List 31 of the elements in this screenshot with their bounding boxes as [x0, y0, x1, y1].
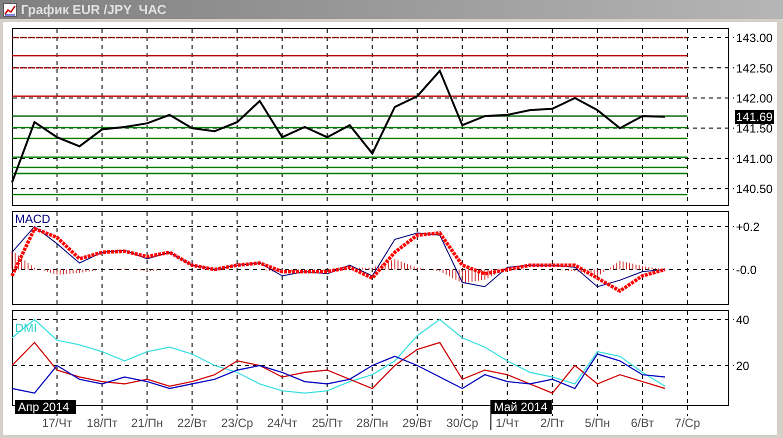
date-label: 7/Ср — [674, 416, 700, 430]
current-price-label: 141.69 — [735, 110, 774, 124]
axis-label: 142.00 — [736, 91, 773, 106]
date-label: 30/Ср — [446, 416, 478, 430]
indicator-title: MACD — [15, 212, 50, 226]
date-label: 24/Чт — [267, 416, 298, 430]
chart-icon — [3, 2, 17, 16]
date-label: 1/Чт — [496, 416, 520, 430]
window-title: График EUR /JPY ЧАС — [21, 0, 166, 19]
date-label: 17/Чт — [42, 416, 72, 430]
month-label: Апр 2014 — [15, 400, 76, 414]
date-label: 28/Пн — [356, 416, 388, 430]
axis-label: 143.00 — [736, 31, 773, 46]
axis-label: 142.50 — [736, 61, 773, 76]
date-label: 29/Вт — [402, 416, 432, 430]
month-label: Май 2014 — [490, 400, 552, 414]
axis-label: 141.00 — [736, 152, 773, 166]
axis-label: 140.50 — [736, 182, 773, 196]
axis-label: -0.0 — [736, 263, 757, 277]
date-label: 22/Вт — [177, 416, 208, 430]
axis-label: 20 — [736, 358, 750, 373]
axis-label: 40 — [736, 312, 750, 327]
date-label: 6/Вт — [630, 416, 654, 430]
axis-label: +0.2 — [736, 220, 760, 234]
date-label: 25/Пт — [312, 416, 343, 430]
date-label: 21/Пн — [131, 416, 164, 430]
date-label: 18/Пт — [86, 416, 118, 430]
date-label: 2/Пт — [540, 416, 564, 430]
date-label: 5/Пн — [584, 416, 610, 430]
date-label: 23/Ср — [221, 416, 254, 430]
axis-label: 141.50 — [736, 122, 773, 136]
